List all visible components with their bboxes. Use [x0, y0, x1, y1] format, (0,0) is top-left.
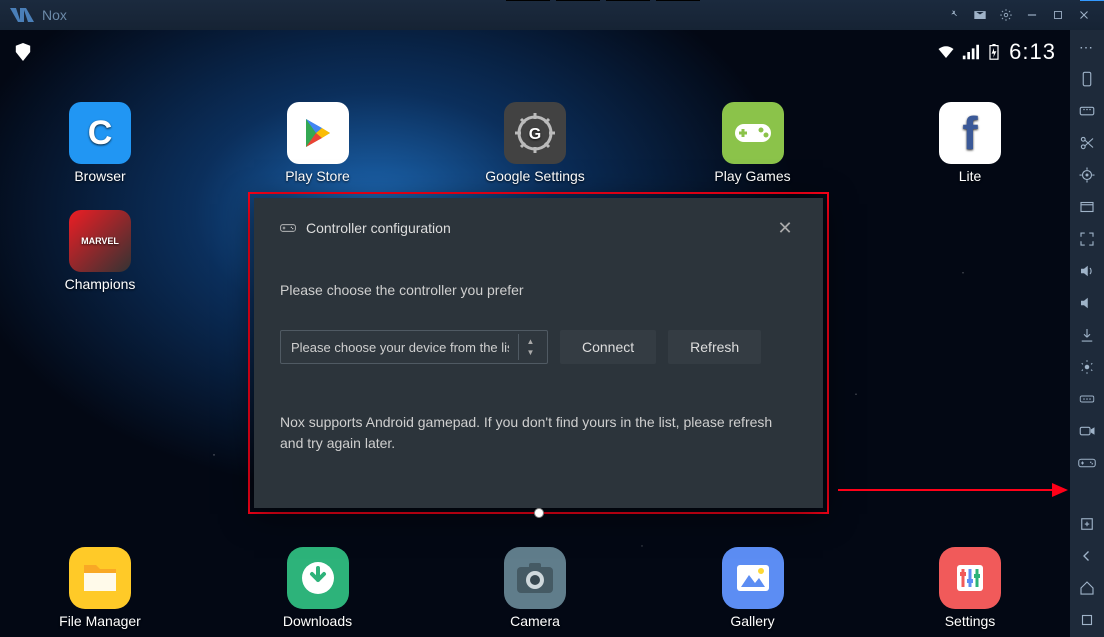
- app-gallery[interactable]: Gallery: [693, 547, 813, 629]
- maximize-button[interactable]: [1046, 3, 1070, 27]
- app-label: Settings: [945, 613, 996, 629]
- window-titlebar: Nox: [0, 0, 1104, 30]
- location-icon[interactable]: [1076, 164, 1098, 186]
- gallery-icon: [722, 547, 784, 609]
- controller-config-modal: Controller configuration ✕ Please choose…: [254, 198, 823, 508]
- modal-highlight-border: Controller configuration ✕ Please choose…: [248, 192, 829, 514]
- settings-button[interactable]: [994, 3, 1018, 27]
- recent-apps-icon[interactable]: [1076, 609, 1098, 631]
- apk-install-icon[interactable]: [1076, 324, 1098, 346]
- wifi-icon: [937, 44, 955, 60]
- app-label: Camera: [510, 613, 560, 629]
- app-browser[interactable]: C Browser: [40, 102, 160, 184]
- battery-icon: [985, 44, 1003, 60]
- window-controls: [942, 3, 1096, 27]
- emulator-side-toolbar: ⋯: [1070, 30, 1104, 637]
- app-play-games[interactable]: Play Games: [693, 102, 813, 184]
- app-downloads[interactable]: Downloads: [258, 547, 378, 629]
- annotation-arrow: [838, 477, 1068, 503]
- top-dark-accents: [506, 0, 700, 1]
- dock-row: File Manager Downloads Camera Gallery Settin…: [40, 547, 1030, 629]
- modal-instruction: Please choose the controller you prefer: [280, 282, 797, 298]
- nox-logo-icon: [8, 6, 36, 24]
- svg-text:G: G: [529, 126, 541, 143]
- home-icon[interactable]: [1076, 577, 1098, 599]
- more-icon[interactable]: ⋯: [1076, 36, 1098, 58]
- app-label: Downloads: [283, 613, 352, 629]
- minimize-button[interactable]: [1020, 3, 1044, 27]
- windowed-icon[interactable]: [1076, 196, 1098, 218]
- device-select[interactable]: Please choose your device from the list: [280, 330, 548, 364]
- shake-icon[interactable]: [1076, 356, 1098, 378]
- volume-up-icon[interactable]: [1076, 260, 1098, 282]
- modal-note: Nox supports Android gamepad. If you don…: [280, 412, 797, 454]
- fullscreen-icon[interactable]: [1076, 228, 1098, 250]
- signal-icon: [961, 44, 979, 60]
- gamepad-config-icon[interactable]: [1076, 452, 1098, 474]
- app-title: Nox: [42, 7, 67, 23]
- clock-text: 6:13: [1009, 39, 1056, 65]
- emulator-screen: 6:13 C Browser Play Store G Google Settings P…: [0, 30, 1070, 637]
- rotate-icon[interactable]: [1076, 68, 1098, 90]
- app-label: File Manager: [59, 613, 141, 629]
- app-label: Browser: [74, 168, 125, 184]
- keyboard-icon[interactable]: [1076, 100, 1098, 122]
- add-instance-icon[interactable]: [1076, 513, 1098, 535]
- app-label: Play Store: [285, 168, 350, 184]
- back-icon[interactable]: [1076, 545, 1098, 567]
- app-label: Lite: [959, 168, 982, 184]
- app-label: Gallery: [730, 613, 774, 629]
- modal-close-button[interactable]: ✕: [773, 216, 797, 240]
- mail-button[interactable]: [968, 3, 992, 27]
- modal-resize-handle[interactable]: [534, 508, 544, 518]
- device-select-wrap[interactable]: Please choose your device from the list …: [280, 330, 548, 364]
- play-store-icon: [287, 102, 349, 164]
- app-google-settings[interactable]: G Google Settings: [475, 102, 595, 184]
- gamepad-icon: [280, 220, 296, 236]
- shield-notification-icon[interactable]: [14, 43, 32, 61]
- modal-title: Controller configuration: [306, 220, 451, 236]
- app-camera[interactable]: Camera: [475, 547, 595, 629]
- google-settings-icon: G: [504, 102, 566, 164]
- fb-lite-icon: f: [939, 102, 1001, 164]
- refresh-button[interactable]: Refresh: [668, 330, 761, 364]
- app-play-store[interactable]: Play Store: [258, 102, 378, 184]
- controller-mapping-icon[interactable]: [1076, 388, 1098, 410]
- app-fb-lite[interactable]: f Lite: [910, 102, 1030, 184]
- app-label: Champions: [65, 276, 136, 292]
- connect-button[interactable]: Connect: [560, 330, 656, 364]
- app-champions[interactable]: MARVEL Champions: [40, 210, 160, 292]
- app-file-manager[interactable]: File Manager: [40, 547, 160, 629]
- scissors-icon[interactable]: [1076, 132, 1098, 154]
- champions-icon: MARVEL: [69, 210, 131, 272]
- app-row-1: C Browser Play Store G Google Settings Play G…: [40, 102, 1030, 184]
- pin-button[interactable]: [942, 3, 966, 27]
- top-blue-accent: [1080, 0, 1104, 1]
- app-settings[interactable]: Settings: [910, 547, 1030, 629]
- file-manager-icon: [69, 547, 131, 609]
- downloads-icon: [287, 547, 349, 609]
- android-status-bar: 6:13: [0, 38, 1070, 66]
- recorder-icon[interactable]: [1076, 420, 1098, 442]
- settings-icon: [939, 547, 1001, 609]
- play-games-icon: [722, 102, 784, 164]
- browser-icon: C: [69, 102, 131, 164]
- select-chevron-icon: ▲▼: [518, 334, 542, 360]
- close-button[interactable]: [1072, 3, 1096, 27]
- app-label: Play Games: [714, 168, 790, 184]
- app-row-2: MARVEL Champions: [40, 210, 160, 292]
- camera-icon: [504, 547, 566, 609]
- app-label: Google Settings: [485, 168, 585, 184]
- volume-down-icon[interactable]: [1076, 292, 1098, 314]
- app-logo-group: Nox: [8, 6, 67, 24]
